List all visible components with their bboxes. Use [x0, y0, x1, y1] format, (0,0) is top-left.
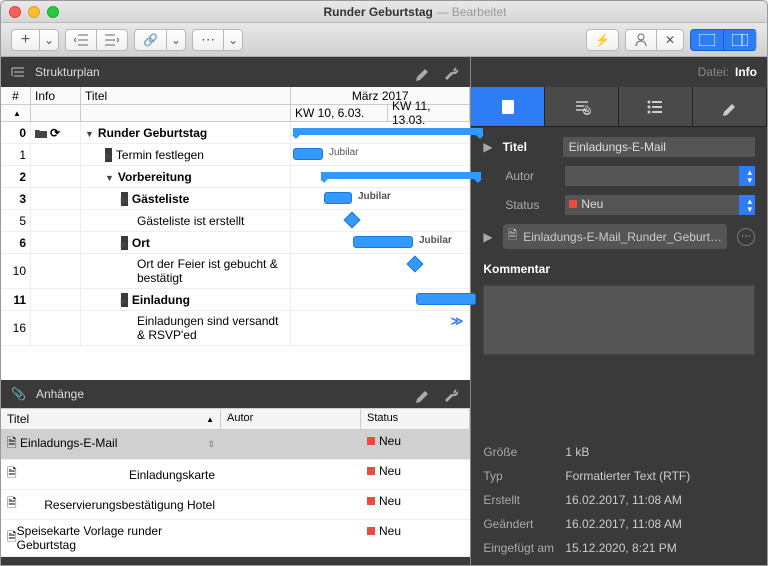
inspector-pane: Datei: Info $ ▶ Titel Autor ▴▾	[471, 57, 767, 565]
paint-icon[interactable]	[414, 385, 432, 403]
col-title[interactable]: Titel▲	[1, 409, 221, 429]
add-dropdown[interactable]: ⌄	[39, 29, 59, 51]
title-input[interactable]	[563, 137, 755, 157]
folder-icon	[35, 128, 47, 138]
view-primary-button[interactable]	[690, 29, 723, 51]
attachments-label: Anhänge	[36, 387, 84, 401]
task-row[interactable]: 1 Termin festlegen Jubilar	[1, 144, 470, 166]
attachment-row[interactable]: 🗎 Einladungs-E-Mail⇳ Neu	[1, 430, 470, 460]
label-size: Größe	[483, 445, 555, 459]
task-row[interactable]: 5 Gästeliste ist erstellt	[1, 210, 470, 232]
doc-icon: 🗎	[7, 464, 17, 485]
inspector-tabs: $	[471, 87, 767, 127]
col-title[interactable]: Titel	[81, 87, 291, 104]
more-dropdown[interactable]: ⌄	[223, 29, 243, 51]
user-button[interactable]	[625, 29, 656, 51]
tab-cost[interactable]: $	[545, 87, 619, 126]
label-created: Erstellt	[483, 493, 555, 507]
action-button[interactable]: ⚡	[586, 29, 619, 51]
value-size: 1 kB	[565, 445, 589, 459]
view-split-button[interactable]	[723, 29, 757, 51]
status-select[interactable]: Neu▴▾	[565, 195, 755, 215]
paperclip-icon: 📎	[11, 387, 26, 401]
author-select[interactable]: ▴▾	[565, 166, 755, 186]
label-modified: Geändert	[483, 517, 555, 531]
expand-icon[interactable]: ▶	[483, 230, 492, 244]
more-button dots-icon[interactable]	[192, 29, 223, 51]
link-button[interactable]: 🔗	[134, 29, 166, 51]
maximize-icon[interactable]	[47, 6, 59, 18]
value-created: 16.02.2017, 11:08 AM	[565, 493, 682, 507]
attachments-table: Titel▲ Autor Status 🗎 Einladungs-E-Mail⇳…	[1, 408, 470, 557]
structure-plan-header: Strukturplan	[1, 57, 470, 87]
traffic-lights	[9, 6, 59, 18]
label-inserted: Eingefügt am	[483, 541, 555, 555]
task-row[interactable]: 0 ⟳ Runder Geburtstag	[1, 122, 470, 144]
field-label-title: Titel	[503, 140, 553, 154]
paint-icon[interactable]	[414, 63, 432, 81]
file-node[interactable]: 🗎Einladungs-E-Mail_Runder_Geburt…	[503, 224, 727, 249]
indent-button[interactable]	[96, 29, 128, 51]
scroll-right-icon[interactable]: ≫	[451, 314, 464, 328]
task-row[interactable]: 6 Ort Jubilar	[1, 232, 470, 254]
comment-box[interactable]	[483, 285, 755, 355]
value-modified: 16.02.2017, 11:08 AM	[565, 517, 682, 531]
task-row[interactable]: 10 Ort der Feier ist gebucht & bestätigt	[1, 254, 470, 289]
outline-icon	[11, 65, 25, 79]
inspector-breadcrumb: Datei: Info	[471, 57, 767, 87]
field-label-author: Autor	[505, 169, 555, 183]
wrench-icon[interactable]	[442, 63, 460, 81]
attachment-row[interactable]: 🗎 Einladungskarte Neu	[1, 460, 470, 490]
file-more-icon[interactable]: ⋯	[737, 228, 755, 246]
wrench-icon[interactable]	[442, 385, 460, 403]
doc-icon: 🗎	[508, 226, 518, 247]
tools-button[interactable]: ✕	[656, 29, 684, 51]
title-bar: Runder Geburtstag — Bearbeitet	[1, 1, 767, 23]
app-window: Runder Geburtstag — Bearbeitet + ⌄ 🔗 ⌄ ⌄…	[0, 0, 768, 566]
comment-label: Kommentar	[483, 262, 755, 276]
cycle-icon: ⟳	[50, 126, 60, 140]
field-label-status: Status	[505, 198, 555, 212]
close-icon[interactable]	[9, 6, 21, 18]
task-grid: # Info Titel März 2017 KW 10, 6.03. KW 1…	[1, 87, 470, 380]
outdent-button[interactable]	[65, 29, 96, 51]
file-details: Größe 1 kB Typ Formatierter Text (RTF) Ers…	[471, 435, 767, 565]
week-10: KW 10, 6.03.	[291, 105, 388, 121]
window-title: Runder Geburtstag — Bearbeitet	[71, 4, 759, 19]
attachment-row[interactable]: 🗎 Reservierungsbestätigung Hotel Neu	[1, 490, 470, 520]
toolbar: + ⌄ 🔗 ⌄ ⌄ ⚡ ✕	[1, 23, 767, 57]
task-row[interactable]: 2 Vorbereitung	[1, 166, 470, 188]
week-11: KW 11, 13.03.	[388, 105, 470, 121]
expand-icon[interactable]: ▶	[483, 140, 492, 154]
add-button[interactable]: +	[11, 29, 39, 51]
task-row[interactable]: 3 Gästeliste Jubilar	[1, 188, 470, 210]
task-row[interactable]: 16 Einladungen sind versandt & RSVP'ed ≫	[1, 311, 470, 346]
structure-plan-label: Strukturplan	[35, 65, 100, 79]
value-inserted: 15.12.2020, 8:21 PM	[565, 541, 676, 555]
col-author[interactable]: Autor	[221, 409, 361, 429]
doc-icon: 🗎	[7, 528, 17, 549]
link-dropdown[interactable]: ⌄	[166, 29, 186, 51]
attachments-header: 📎 Anhänge	[1, 380, 470, 408]
doc-icon: 🗎	[7, 494, 17, 515]
tab-edit[interactable]	[693, 87, 767, 126]
attachment-row[interactable]: 🗎 Speisekarte Vorlage runder Geburtstag …	[1, 520, 470, 557]
tab-info[interactable]	[471, 87, 545, 126]
col-status[interactable]: Status	[361, 409, 470, 429]
tab-list[interactable]	[619, 87, 693, 126]
left-pane: Strukturplan # Info Titel März 2017 KW 1…	[1, 57, 471, 565]
svg-text:$: $	[583, 102, 590, 116]
value-type: Formatierter Text (RTF)	[565, 469, 690, 483]
col-info[interactable]: Info	[31, 87, 81, 104]
minimize-icon[interactable]	[28, 6, 40, 18]
doc-icon: 🗎	[7, 436, 17, 450]
label-type: Typ	[483, 469, 555, 483]
row-menu-icon[interactable]: ⇳	[207, 439, 215, 450]
sort-indicator[interactable]	[1, 105, 31, 121]
col-number[interactable]: #	[1, 87, 31, 104]
task-row[interactable]: 11 Einladung	[1, 289, 470, 311]
